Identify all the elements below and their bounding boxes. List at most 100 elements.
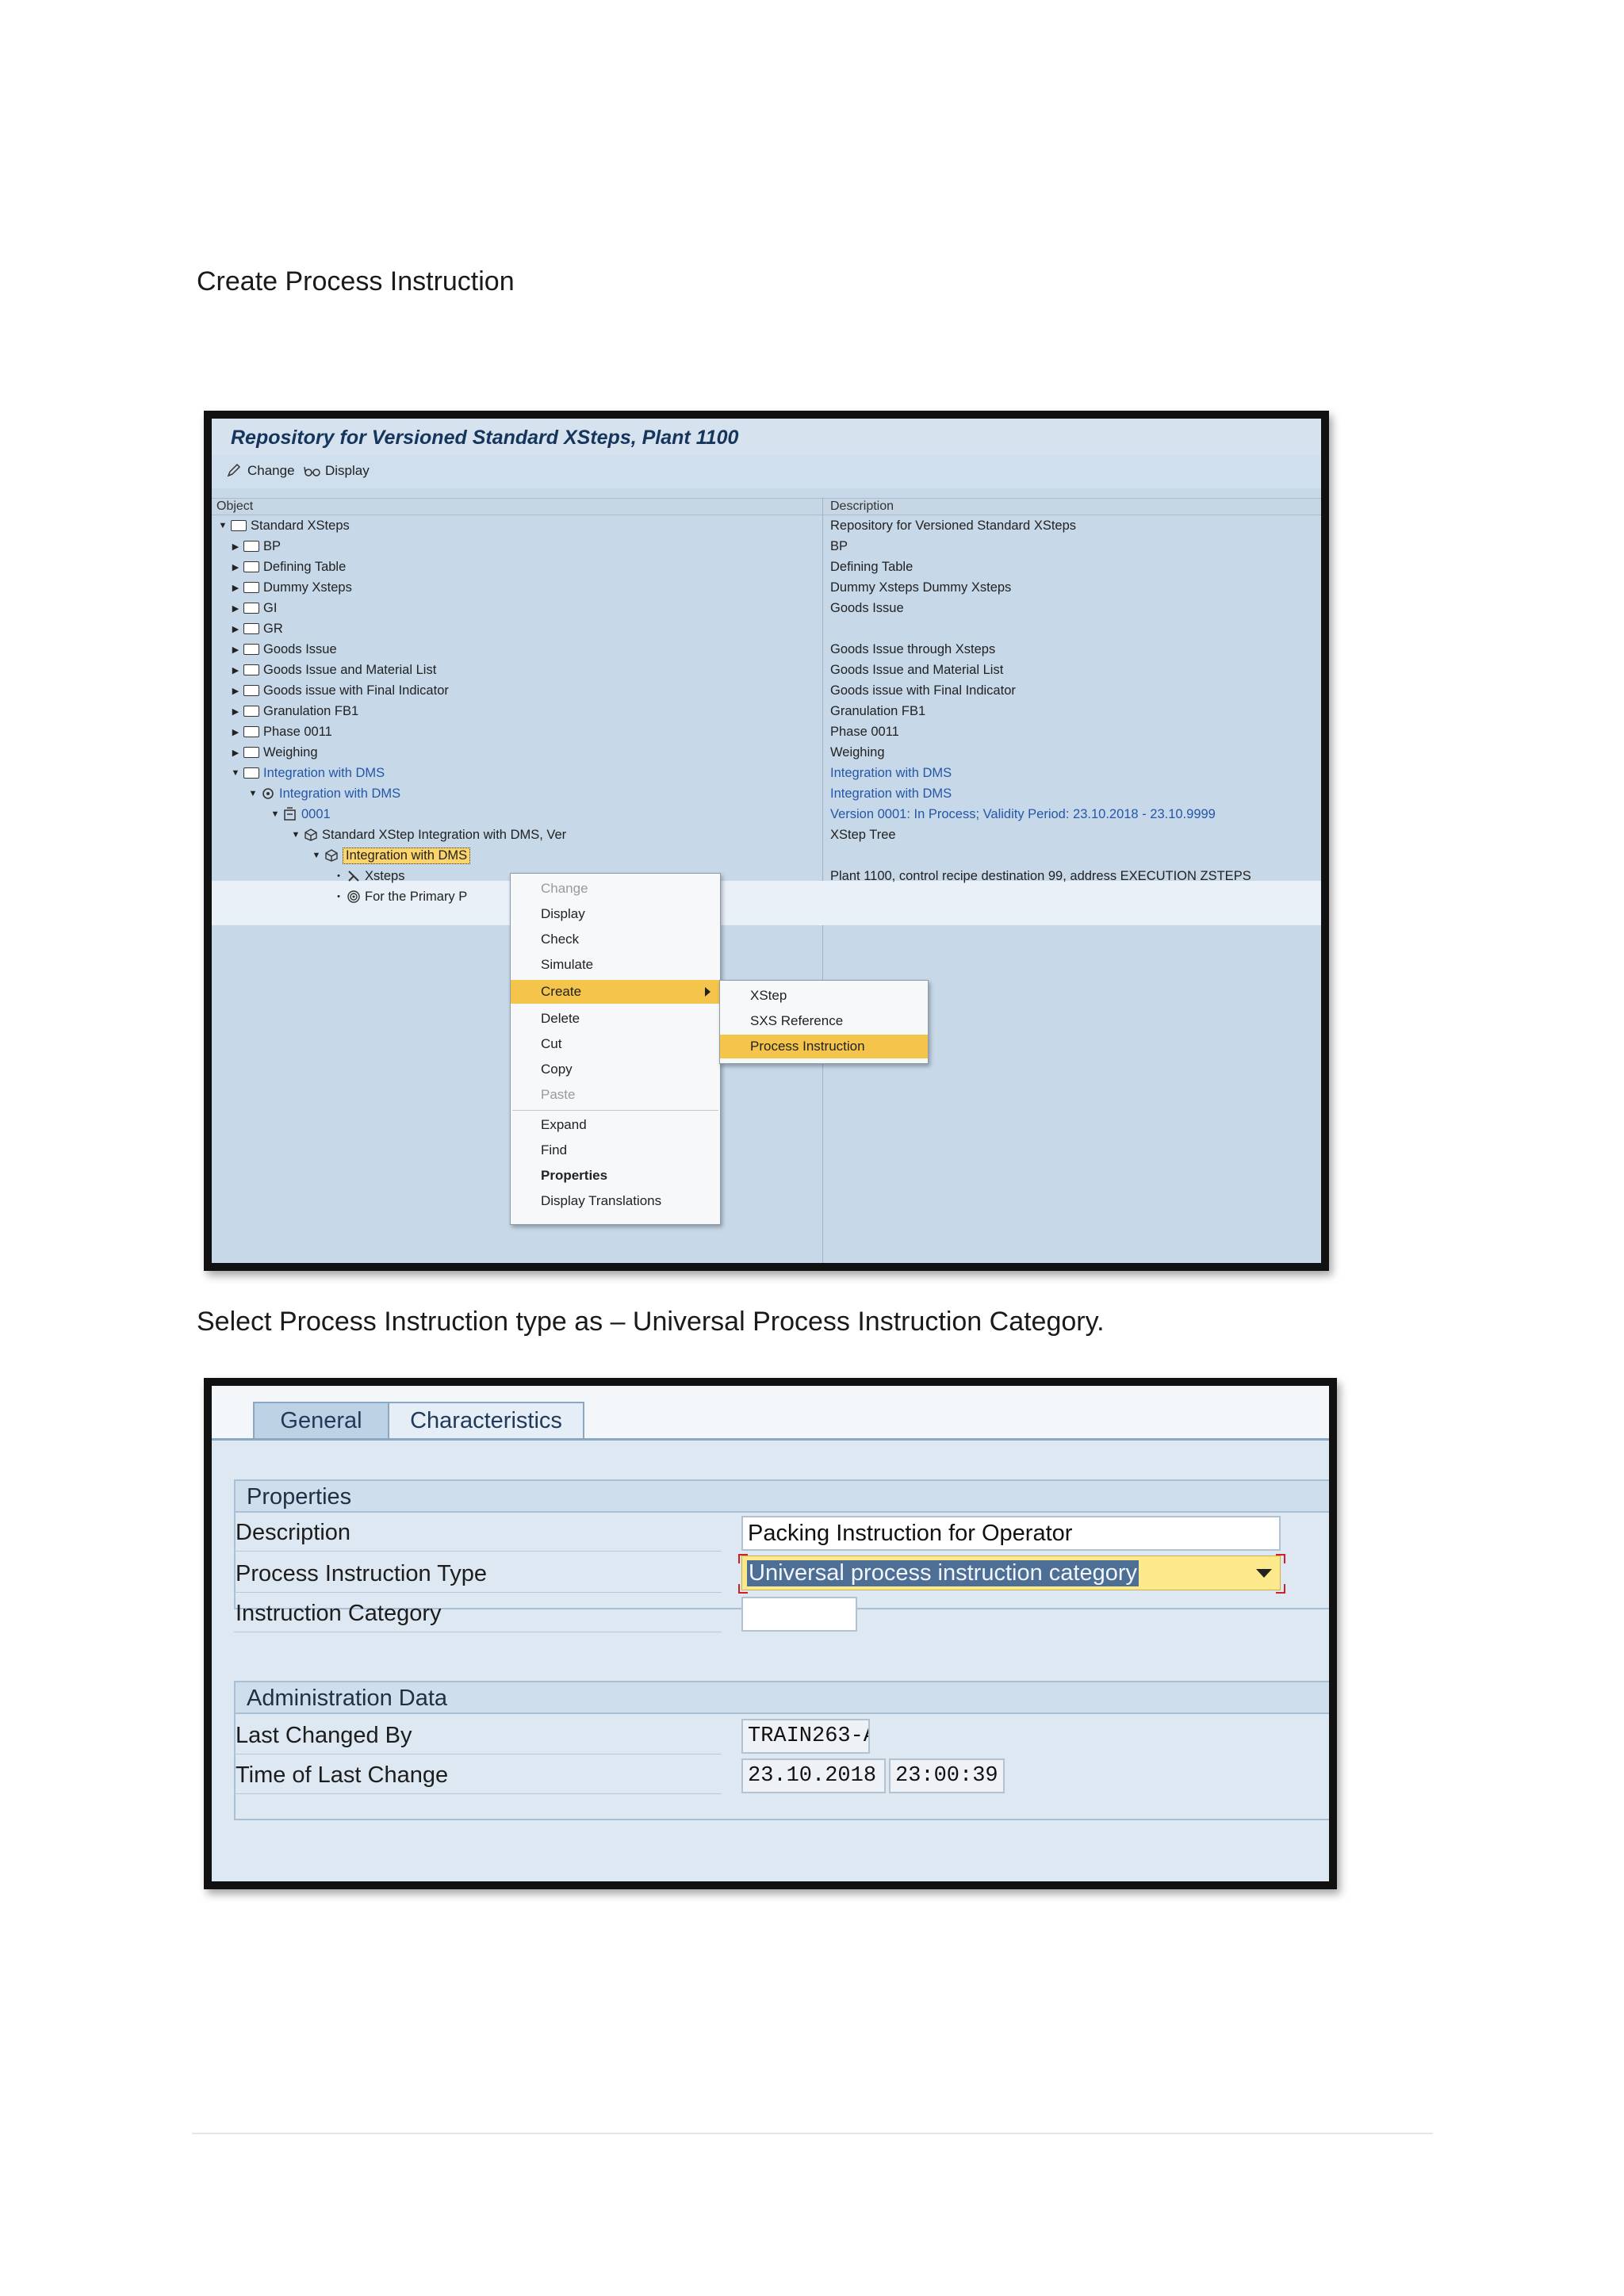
expand-arrow-icon[interactable]: ▼ bbox=[310, 851, 323, 860]
menu-item-create[interactable]: Create bbox=[511, 980, 720, 1004]
tree-node-version-0001[interactable]: ▼ 0001 bbox=[269, 804, 879, 825]
expand-arrow-icon[interactable]: ▼ bbox=[247, 789, 259, 798]
collapse-arrow-icon[interactable]: ▶ bbox=[229, 624, 242, 634]
xstep-cube-icon bbox=[304, 828, 317, 841]
expand-arrow-icon[interactable]: ▼ bbox=[289, 830, 302, 840]
desc-cell: BP bbox=[830, 538, 848, 553]
menu-item-paste[interactable]: Paste bbox=[511, 1083, 720, 1107]
submenu-arrow-icon bbox=[705, 987, 710, 997]
xstep-cube-icon bbox=[325, 849, 338, 862]
menu-item-display[interactable]: Display bbox=[511, 902, 720, 926]
tree-node-dummy-xsteps[interactable]: ▶ Dummy Xsteps bbox=[229, 577, 840, 598]
collapse-arrow-icon[interactable]: ▶ bbox=[229, 583, 242, 593]
tree-node-weighing[interactable]: ▶ Weighing bbox=[229, 742, 840, 763]
desc-cell: Goods Issue through Xsteps bbox=[830, 641, 996, 656]
description-field[interactable]: Packing Instruction for Operator bbox=[741, 1516, 1281, 1551]
row-divider bbox=[234, 1793, 722, 1794]
folder-icon bbox=[243, 644, 259, 655]
tree-node-bp[interactable]: ▶ BP bbox=[229, 536, 840, 557]
collapse-arrow-icon[interactable]: ▶ bbox=[229, 706, 242, 717]
tree-node-goods-issue[interactable]: ▶ Goods Issue bbox=[229, 639, 840, 660]
submenu-item-sxs-reference[interactable]: SXS Reference bbox=[720, 1009, 928, 1033]
menu-item-cut[interactable]: Cut bbox=[511, 1032, 720, 1056]
collapse-arrow-icon[interactable]: ▶ bbox=[229, 686, 242, 696]
tree-node-standard-xstep-dms[interactable]: ▼ Standard XStep Integration with DMS, V… bbox=[289, 825, 900, 845]
screenshot-xstep-repository: Repository for Versioned Standard XSteps… bbox=[204, 411, 1329, 1271]
menu-item-expand[interactable]: Expand bbox=[511, 1113, 720, 1137]
required-marker bbox=[1276, 1554, 1285, 1563]
folder-open-icon bbox=[231, 520, 247, 531]
required-marker bbox=[738, 1584, 748, 1594]
footer-divider bbox=[192, 2133, 1433, 2134]
collapse-arrow-icon[interactable]: ▶ bbox=[229, 603, 242, 614]
tree-node-defining-table[interactable]: ▶ Defining Table bbox=[229, 557, 840, 577]
tree-node-granulation-fb1[interactable]: ▶ Granulation FB1 bbox=[229, 701, 840, 721]
tab-characteristics[interactable]: Characteristics bbox=[388, 1402, 584, 1438]
tree-node-label: Standard XSteps bbox=[251, 518, 350, 533]
display-button[interactable]: Display bbox=[304, 463, 370, 479]
tree-node-label: Integration with DMS bbox=[263, 765, 385, 780]
heading-create-process-instruction: Create Process Instruction bbox=[197, 266, 515, 297]
description-label: Description bbox=[236, 1519, 351, 1545]
tree-node-label: Integration with DMS bbox=[279, 786, 401, 801]
submenu-item-process-instruction[interactable]: Process Instruction bbox=[720, 1035, 928, 1058]
folder-icon bbox=[243, 747, 259, 758]
expand-arrow-icon[interactable]: ▼ bbox=[229, 768, 242, 778]
tree-node-goods-issue-material-list[interactable]: ▶ Goods Issue and Material List bbox=[229, 660, 840, 680]
tree-node-label: Granulation FB1 bbox=[263, 703, 359, 718]
menu-item-properties[interactable]: Properties bbox=[511, 1164, 720, 1188]
tree-node-goods-issue-final-indicator[interactable]: ▶ Goods issue with Final Indicator bbox=[229, 680, 840, 701]
collapse-arrow-icon[interactable]: ▶ bbox=[229, 645, 242, 655]
desc-cell: Defining Table bbox=[830, 559, 914, 574]
tree-node-label: Dummy Xsteps bbox=[263, 580, 352, 595]
menu-item-display-translations[interactable]: Display Translations bbox=[511, 1189, 720, 1213]
last-changed-by-label: Last Changed By bbox=[236, 1722, 412, 1748]
required-marker bbox=[1276, 1584, 1285, 1594]
tab-strip: General Characteristics bbox=[212, 1386, 1329, 1441]
chevron-down-icon[interactable] bbox=[1256, 1569, 1272, 1578]
tree-node-gr[interactable]: ▶ GR bbox=[229, 618, 840, 639]
menu-item-check[interactable]: Check bbox=[511, 928, 720, 951]
pi-type-dropdown[interactable]: Universal process instruction category bbox=[741, 1556, 1281, 1590]
time-of-last-change-label: Time of Last Change bbox=[236, 1762, 449, 1788]
expand-arrow-icon[interactable]: ▼ bbox=[269, 809, 282, 819]
column-header-description: Description bbox=[822, 498, 1321, 515]
tab-underline bbox=[212, 1438, 1329, 1441]
last-change-time-field: 23:00:39 bbox=[889, 1758, 1005, 1793]
menu-item-find[interactable]: Find bbox=[511, 1138, 720, 1162]
tab-general[interactable]: General bbox=[253, 1402, 389, 1438]
folder-open-icon bbox=[243, 767, 259, 779]
administration-group-title: Administration Data bbox=[236, 1682, 1329, 1714]
collapse-arrow-icon[interactable]: ▶ bbox=[229, 541, 242, 552]
tree-node-standard-xsteps[interactable]: ▼ Standard XSteps bbox=[216, 515, 827, 536]
tree-node-integration-dms-folder[interactable]: ▼ Integration with DMS bbox=[229, 763, 840, 783]
expand-arrow-icon[interactable]: ▼ bbox=[216, 521, 229, 530]
menu-separator bbox=[512, 1110, 718, 1111]
menu-item-change[interactable]: Change bbox=[511, 877, 720, 901]
menu-item-simulate[interactable]: Simulate bbox=[511, 953, 720, 977]
collapse-arrow-icon[interactable]: ▶ bbox=[229, 562, 242, 572]
collapse-arrow-icon[interactable]: ▶ bbox=[229, 665, 242, 675]
desc-cell: Plant 1100, control recipe destination 9… bbox=[830, 868, 1251, 883]
folder-icon bbox=[243, 706, 259, 717]
tree-node-gi[interactable]: ▶ GI bbox=[229, 598, 840, 618]
last-change-date-field: 23.10.2018 bbox=[741, 1758, 886, 1793]
desc-cell: Phase 0011 bbox=[830, 724, 899, 739]
tree-node-integration-dms-selected[interactable]: ▼ Integration with DMS bbox=[310, 845, 921, 866]
tree-node-phase-0011[interactable]: ▶ Phase 0011 bbox=[229, 721, 840, 742]
collapse-arrow-icon[interactable]: ▶ bbox=[229, 727, 242, 737]
tree-node-integration-dms-xstep[interactable]: ▼ Integration with DMS bbox=[247, 783, 857, 804]
change-button[interactable]: Change bbox=[226, 463, 295, 479]
folder-icon bbox=[243, 685, 259, 696]
tree-node-label: GI bbox=[263, 600, 278, 615]
collapse-arrow-icon[interactable]: ▶ bbox=[229, 748, 242, 758]
last-changed-by-field: TRAIN263-A1 bbox=[741, 1719, 870, 1754]
instruction-category-field[interactable] bbox=[741, 1597, 857, 1632]
folder-icon bbox=[243, 582, 259, 593]
menu-item-copy[interactable]: Copy bbox=[511, 1058, 720, 1081]
folder-icon bbox=[243, 603, 259, 614]
desc-cell: XStep Tree bbox=[830, 827, 896, 842]
desc-cell: Goods issue with Final Indicator bbox=[830, 683, 1016, 698]
submenu-item-xstep[interactable]: XStep bbox=[720, 984, 928, 1008]
menu-item-delete[interactable]: Delete bbox=[511, 1007, 720, 1031]
